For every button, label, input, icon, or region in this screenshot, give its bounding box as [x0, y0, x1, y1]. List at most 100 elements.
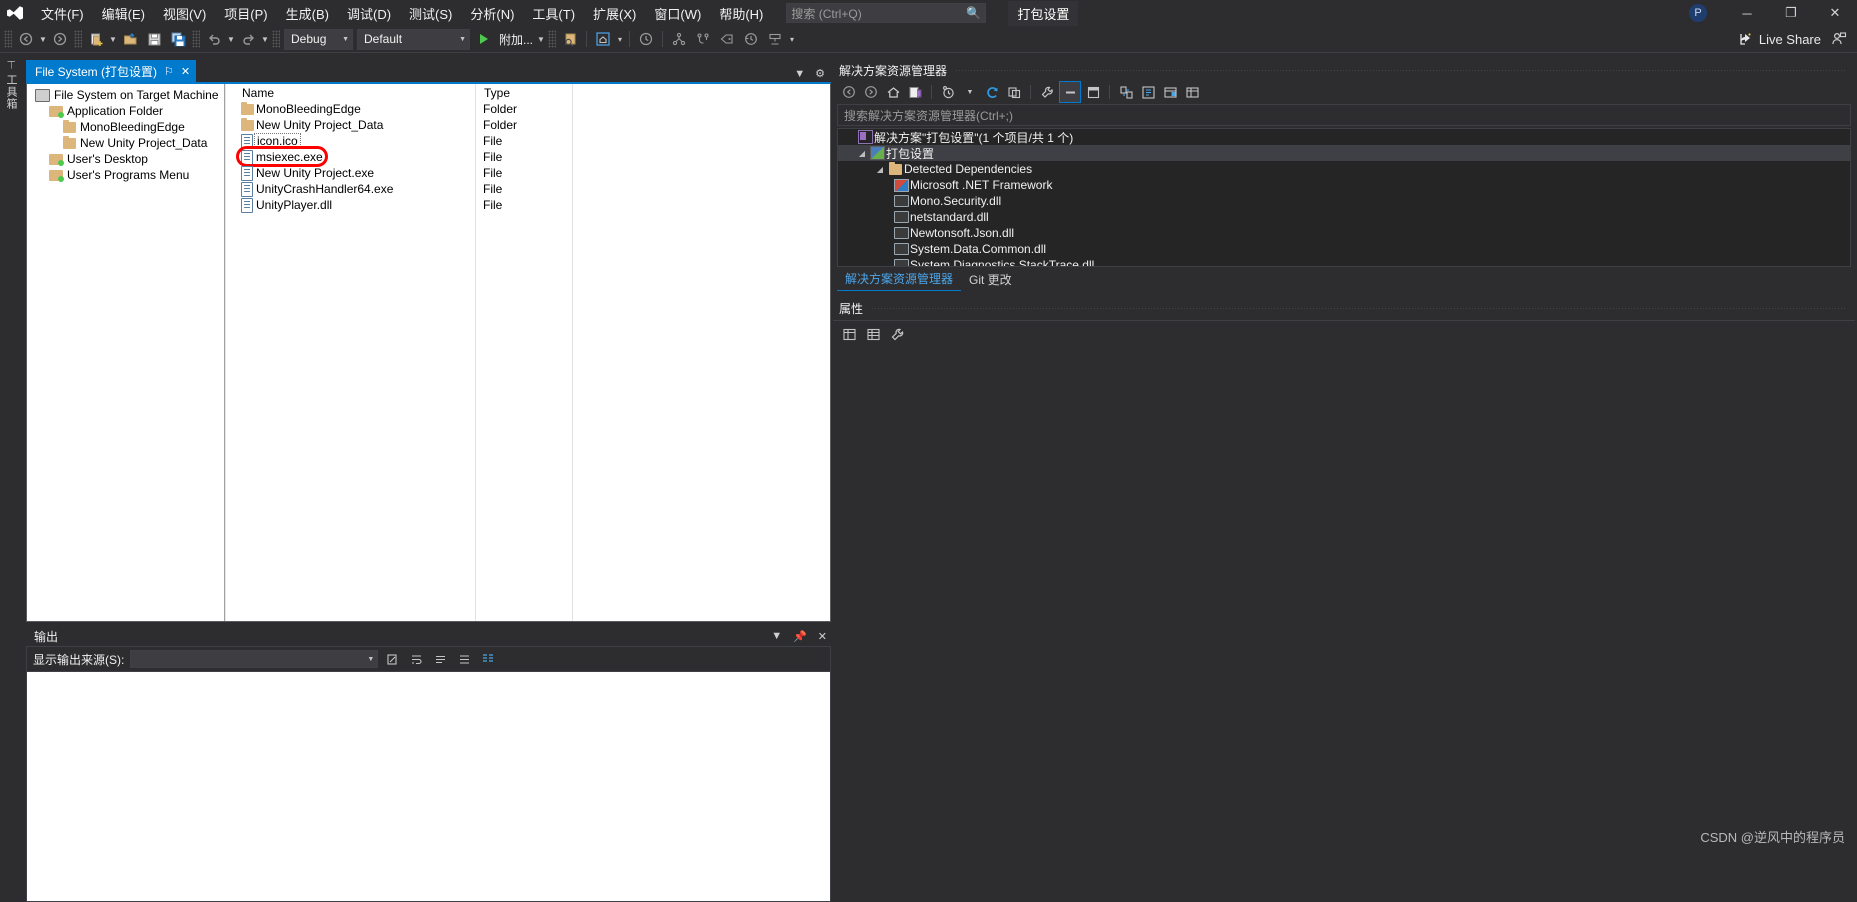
toolbar-grip-4[interactable]	[272, 30, 280, 48]
refresh-icon[interactable]	[982, 82, 1002, 102]
save-icon[interactable]	[143, 28, 165, 50]
undo-icon[interactable]	[203, 28, 225, 50]
menu-item-file[interactable]: 文件(F)	[32, 0, 93, 27]
live-share-button[interactable]: Live Share	[1732, 31, 1827, 47]
tag-icon[interactable]	[716, 28, 738, 50]
quick-launch-search[interactable]: 搜索 (Ctrl+Q) 🔍	[786, 3, 987, 23]
properties-grid[interactable]	[833, 348, 1855, 850]
preview-selected-items-icon[interactable]	[559, 28, 581, 50]
solution-node-project[interactable]: ◢ 打包设置	[838, 145, 1850, 161]
file-system-tree[interactable]: File System on Target Machine Applicatio…	[27, 84, 225, 621]
git-history-icon[interactable]	[740, 28, 762, 50]
undo-dropdown-icon[interactable]: ▼	[226, 35, 236, 44]
new-folder-icon[interactable]	[1160, 82, 1180, 102]
toolbar-grip-3[interactable]	[192, 30, 200, 48]
properties-page-icon[interactable]	[887, 324, 907, 344]
tab-close-icon[interactable]: ✕	[181, 65, 190, 78]
pending-changes-icon[interactable]	[938, 82, 958, 102]
switch-views-icon[interactable]	[905, 82, 925, 102]
tab-pin-icon[interactable]: ⚐	[164, 65, 174, 78]
active-files-dropdown-icon[interactable]: ▼	[794, 68, 805, 80]
list-icon[interactable]	[454, 649, 474, 669]
toggle-gutter-icon[interactable]	[430, 649, 450, 669]
account-avatar[interactable]: P	[1689, 4, 1707, 22]
categorized-icon[interactable]	[839, 324, 859, 344]
menu-item-edit[interactable]: 编辑(E)	[93, 0, 154, 27]
forward-icon[interactable]	[861, 82, 881, 102]
home-icon[interactable]	[883, 82, 903, 102]
solution-node-reference[interactable]: Newtonsoft.Json.dll	[838, 225, 1850, 241]
solution-node-reference[interactable]: System.Data.Common.dll	[838, 241, 1850, 257]
git-overflow-icon[interactable]: ▾	[787, 35, 797, 44]
merge-icon[interactable]	[692, 28, 714, 50]
redo-icon[interactable]	[237, 28, 259, 50]
menu-item-debug[interactable]: 调试(D)	[338, 0, 400, 27]
solution-node-root[interactable]: 解决方案"打包设置"(1 个项目/共 1 个)	[838, 129, 1850, 145]
table-row[interactable]: UnityPlayer.dll File	[230, 197, 830, 213]
menu-item-test[interactable]: 测试(S)	[400, 0, 461, 27]
toolbar-grip-2[interactable]	[74, 30, 82, 48]
menu-item-project[interactable]: 项目(P)	[215, 0, 276, 27]
preview-selected-items-icon[interactable]	[1083, 82, 1103, 102]
toolbar-overflow-icon[interactable]: ▾	[615, 35, 625, 44]
expander-icon-2[interactable]: ◢	[874, 165, 886, 174]
expander-icon[interactable]: ◢	[856, 149, 868, 158]
table-row[interactable]: New Unity Project.exe File	[230, 165, 830, 181]
tab-git-changes[interactable]: Git 更改	[961, 268, 1020, 291]
tree-node-users-desktop[interactable]: User's Desktop	[27, 151, 224, 167]
table-row[interactable]: UnityCrashHandler64.exe File	[230, 181, 830, 197]
expand-selection-icon[interactable]	[1138, 82, 1158, 102]
solution-node-reference[interactable]: Mono.Security.dll	[838, 193, 1850, 209]
navigate-backward-dropdown-icon[interactable]: ▼	[38, 35, 48, 44]
menu-item-window[interactable]: 窗口(W)	[645, 0, 710, 27]
new-project-icon[interactable]	[85, 28, 107, 50]
output-text-area[interactable]	[27, 671, 830, 901]
column-header-type[interactable]: Type	[475, 84, 572, 101]
table-row[interactable]: MonoBleedingEdge Folder	[230, 101, 830, 117]
properties-icon[interactable]	[1037, 82, 1057, 102]
toolbar-grip-5[interactable]	[548, 30, 557, 48]
tree-node-target-machine[interactable]: File System on Target Machine	[27, 87, 224, 103]
back-icon[interactable]	[839, 82, 859, 102]
tab-file-system[interactable]: File System (打包设置) ⚐ ✕	[26, 60, 197, 82]
solution-explorer-search-input[interactable]: 搜索解决方案资源管理器(Ctrl+;)	[837, 104, 1851, 126]
toolbox-autohide-tab[interactable]: ⊢ 工具箱	[0, 60, 22, 180]
minimize-button[interactable]: ─	[1725, 0, 1769, 26]
clear-all-icon[interactable]	[382, 649, 402, 669]
table-row[interactable]: New Unity Project_Data Folder	[230, 117, 830, 133]
toggle-wordwrap-icon[interactable]	[406, 649, 426, 669]
collapse-all-icon[interactable]	[1004, 82, 1024, 102]
solution-node-dotnet-framework[interactable]: Microsoft .NET Framework	[838, 177, 1850, 193]
menu-item-tools[interactable]: 工具(T)	[523, 0, 584, 27]
redo-dropdown-icon[interactable]: ▼	[260, 35, 270, 44]
branch-icon[interactable]	[668, 28, 690, 50]
find-message-icon[interactable]	[478, 649, 498, 669]
menu-item-view[interactable]: 视图(V)	[154, 0, 215, 27]
sync-with-active-doc-icon[interactable]	[1116, 82, 1136, 102]
tree-node-application-folder[interactable]: Application Folder	[27, 103, 224, 119]
filter-icon[interactable]	[1182, 82, 1202, 102]
menu-item-extensions[interactable]: 扩展(X)	[584, 0, 645, 27]
solution-explorer-home-icon[interactable]	[592, 28, 614, 50]
feedback-icon[interactable]	[1828, 28, 1850, 50]
attach-label[interactable]: 附加...	[496, 31, 536, 48]
column-header-name[interactable]: Name	[230, 86, 475, 100]
solution-node-reference[interactable]: System.Diagnostics.StackTrace.dll	[838, 257, 1850, 266]
save-all-icon[interactable]	[167, 28, 189, 50]
tree-node-users-programs-menu[interactable]: User's Programs Menu	[27, 167, 224, 183]
open-file-icon[interactable]	[119, 28, 141, 50]
solution-platform-combo[interactable]: Default ▼	[357, 28, 470, 50]
pin-icon[interactable]: 📌	[793, 630, 807, 643]
restore-button[interactable]: ❐	[1769, 0, 1813, 26]
close-button[interactable]: ✕	[1813, 0, 1857, 26]
solution-explorer-tree[interactable]: 解决方案"打包设置"(1 个项目/共 1 个) ◢ 打包设置 ◢ Detecte…	[837, 128, 1851, 267]
menu-item-build[interactable]: 生成(B)	[277, 0, 338, 27]
start-debug-icon[interactable]	[473, 28, 495, 50]
close-icon[interactable]: ✕	[818, 630, 827, 643]
table-row[interactable]: msiexec.exe File	[230, 146, 830, 167]
solution-node-reference[interactable]: netstandard.dll	[838, 209, 1850, 225]
menu-item-analyze[interactable]: 分析(N)	[461, 0, 523, 27]
menu-item-help[interactable]: 帮助(H)	[710, 0, 772, 27]
solution-node-detected-dependencies[interactable]: ◢ Detected Dependencies	[838, 161, 1850, 177]
toolbar-grip[interactable]	[4, 30, 12, 48]
